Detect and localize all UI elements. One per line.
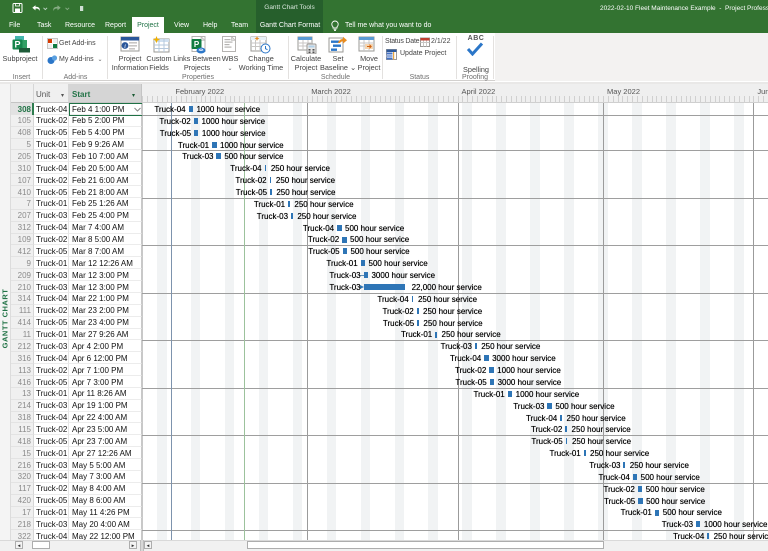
svg-text:i: i — [124, 43, 126, 50]
svg-text:P: P — [194, 40, 200, 49]
